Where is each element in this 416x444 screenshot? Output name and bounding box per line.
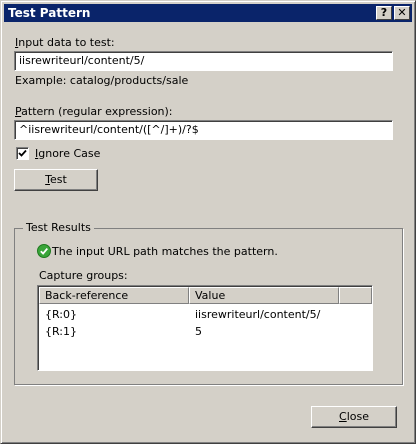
input-data-field[interactable]: iisrewriteurl/content/5/ — [14, 51, 393, 71]
ignore-case-checkbox[interactable] — [16, 147, 29, 160]
input-data-label: Input data to test: — [15, 36, 115, 49]
input-example-text: Example: catalog/products/sale — [15, 74, 189, 87]
column-header-blank[interactable] — [339, 287, 372, 304]
pattern-label: Pattern (regular expression): — [15, 105, 173, 118]
capture-groups-label: Capture groups: — [39, 269, 128, 282]
test-results-title: Test Results — [23, 221, 94, 234]
check-circle-icon — [37, 244, 51, 258]
match-status-text: The input URL path matches the pattern. — [52, 245, 278, 258]
test-button[interactable]: Test — [14, 169, 98, 191]
ignore-case-label[interactable]: Ignore Case — [35, 147, 100, 160]
close-button[interactable]: Close — [311, 406, 397, 428]
test-pattern-dialog: Test Pattern ? ✕ Input data to test: iis… — [0, 0, 416, 444]
help-icon: ? — [380, 6, 388, 19]
row-value: 5 — [195, 325, 202, 338]
capture-groups-list[interactable]: Back-reference Value {R:0} iisrewriteurl… — [37, 285, 373, 371]
pattern-field[interactable]: ^iisrewriteurl/content/([^/]+)/?$ — [14, 120, 393, 140]
row-backreference: {R:1} — [45, 325, 78, 338]
row-backreference: {R:0} — [45, 308, 78, 321]
close-icon: ✕ — [397, 6, 407, 19]
checkmark-icon — [18, 149, 27, 157]
row-value: iisrewriteurl/content/5/ — [195, 308, 321, 321]
column-header-backreference[interactable]: Back-reference — [39, 287, 189, 304]
window-title: Test Pattern — [8, 6, 91, 20]
column-header-value[interactable]: Value — [189, 287, 339, 304]
close-title-button[interactable]: ✕ — [394, 6, 410, 20]
help-button[interactable]: ? — [376, 6, 392, 20]
title-bar[interactable]: Test Pattern ? ✕ — [4, 4, 412, 22]
